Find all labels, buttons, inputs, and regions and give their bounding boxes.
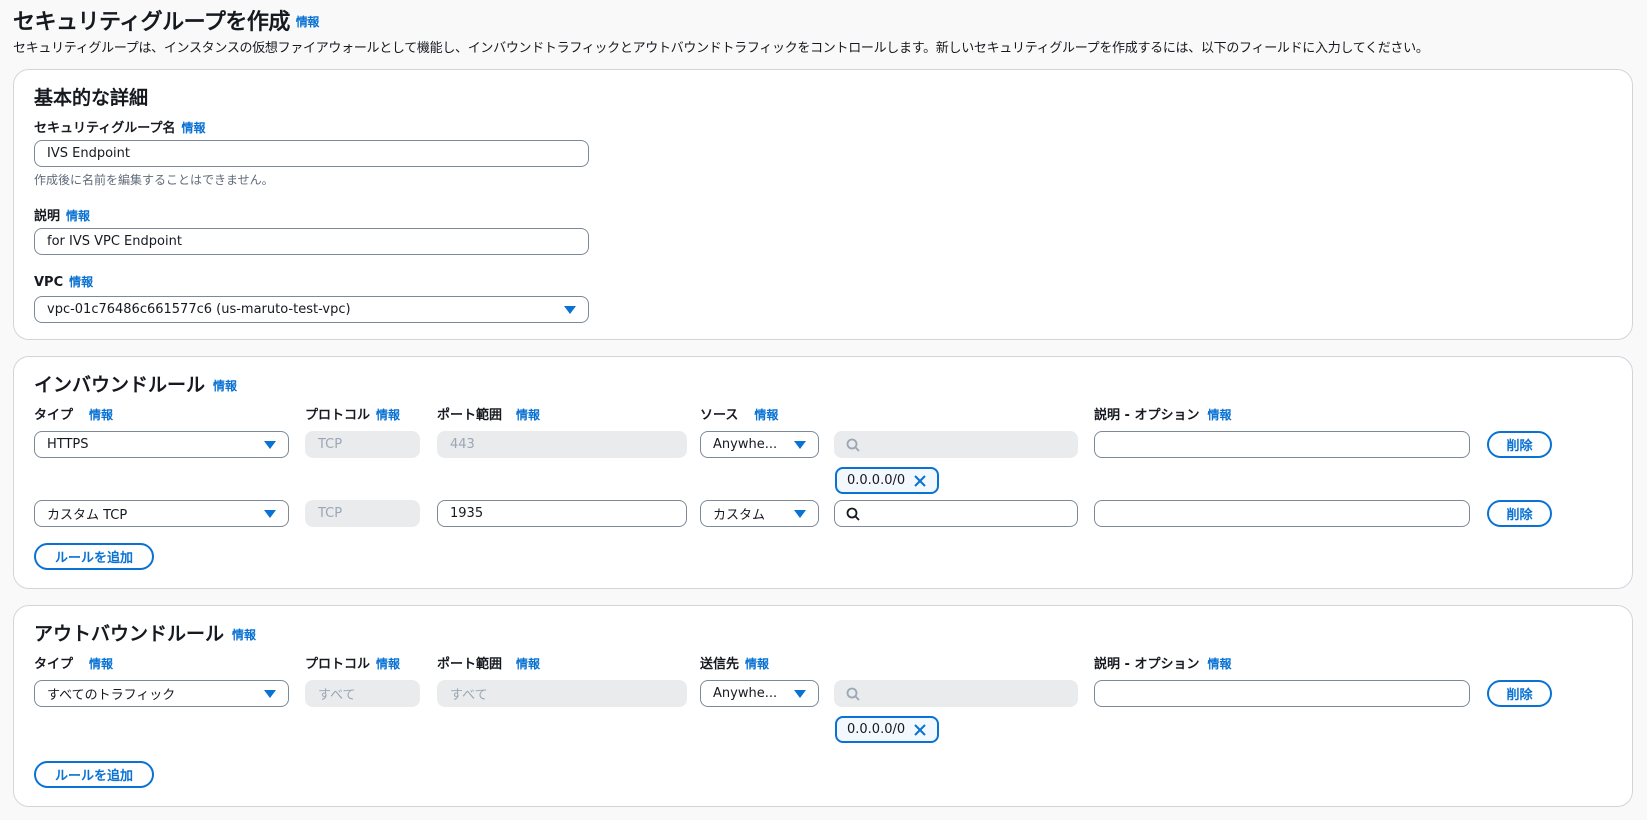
outbound-row1-desc-input[interactable]	[1094, 680, 1470, 707]
basic-details-title: 基本的な詳細	[34, 87, 149, 109]
outbound-protocol-info-link[interactable]: 情報	[376, 657, 400, 671]
outbound-header-desc: 説明 - オプション 情報	[1094, 657, 1232, 672]
vpc-info-link[interactable]: 情報	[69, 275, 93, 289]
caret-down-icon	[264, 690, 276, 698]
outbound-row1-cidr-search[interactable]	[834, 680, 1078, 707]
inbound-type-info-link[interactable]: 情報	[89, 408, 113, 422]
close-icon[interactable]	[913, 474, 927, 488]
caret-down-icon	[794, 441, 806, 449]
inbound-header-desc: 説明 - オプション 情報	[1094, 408, 1232, 423]
inbound-row1-cidr-search[interactable]	[834, 431, 1078, 458]
inbound-row1-desc-input[interactable]	[1094, 431, 1470, 458]
inbound-row2-type-select[interactable]: カスタム TCP	[34, 500, 289, 527]
inbound-row1-protocol: TCP	[305, 431, 420, 458]
outbound-row1-dest-select[interactable]: Anywhe...	[700, 680, 819, 707]
caret-down-icon	[264, 441, 276, 449]
outbound-rules-title: アウトバウンドルール 情報	[34, 623, 257, 645]
inbound-header-protocol: プロトコル 情報	[305, 408, 401, 423]
caret-down-icon	[794, 510, 806, 518]
page-title: セキュリティグループを作成 情報	[13, 10, 320, 35]
page-description: セキュリティグループは、インスタンスの仮想ファイアウォールとして機能し、インバウ…	[13, 41, 1429, 56]
vpc-select[interactable]: vpc-01c76486c661577c6 (us-maruto-test-vp…	[34, 296, 589, 323]
inbound-row1-type-select[interactable]: HTTPS	[34, 431, 289, 458]
inbound-row2-desc-input[interactable]	[1094, 500, 1470, 527]
inbound-desc-info-link[interactable]: 情報	[1207, 408, 1231, 422]
inbound-row1-source-select[interactable]: Anywhe...	[700, 431, 819, 458]
inbound-row1-port: 443	[437, 431, 687, 458]
inbound-info-link[interactable]: 情報	[213, 379, 237, 393]
inbound-row2-protocol: TCP	[305, 500, 420, 527]
sg-desc-info-link[interactable]: 情報	[66, 209, 90, 223]
inbound-header-type: タイプ 情報	[34, 408, 114, 423]
sg-name-label: セキュリティグループ名 情報	[34, 121, 206, 136]
outbound-rules-panel: アウトバウンドルール 情報 タイプ 情報 プロトコル 情報 ポート範囲 情報 送信先 情報…	[13, 605, 1633, 807]
inbound-source-info-link[interactable]: 情報	[754, 408, 778, 422]
outbound-row1-cidr-token: 0.0.0.0/0	[835, 716, 940, 743]
inbound-row2-source-select[interactable]: カスタム	[700, 500, 819, 527]
outbound-info-link[interactable]: 情報	[232, 628, 256, 642]
sg-desc-label: 説明 情報	[34, 209, 91, 224]
inbound-row1-cidr-token: 0.0.0.0/0	[835, 467, 940, 494]
page-info-link[interactable]: 情報	[296, 15, 320, 29]
search-icon	[846, 687, 860, 701]
outbound-row1-type-select[interactable]: すべてのトラフィック	[34, 680, 289, 707]
outbound-desc-info-link[interactable]: 情報	[1207, 657, 1231, 671]
outbound-row1-protocol: すべて	[305, 680, 420, 707]
inbound-row2-delete-button[interactable]: 削除	[1487, 500, 1552, 527]
sg-name-hint: 作成後に名前を編集することはできません。	[34, 173, 274, 187]
vpc-label: VPC 情報	[34, 275, 94, 290]
outbound-add-rule-button[interactable]: ルールを追加	[34, 761, 154, 788]
search-icon	[846, 507, 860, 521]
outbound-type-info-link[interactable]: 情報	[89, 657, 113, 671]
caret-down-icon	[564, 306, 576, 314]
caret-down-icon	[264, 510, 276, 518]
caret-down-icon	[794, 690, 806, 698]
inbound-header-source: ソース 情報	[700, 408, 779, 423]
outbound-dest-info-link[interactable]: 情報	[745, 657, 769, 671]
outbound-row1-delete-button[interactable]: 削除	[1487, 680, 1552, 707]
inbound-rules-panel: インバウンドルール 情報 タイプ 情報 プロトコル 情報 ポート範囲 情報 ソース 情報 …	[13, 356, 1633, 589]
outbound-header-protocol: プロトコル 情報	[305, 657, 401, 672]
close-icon[interactable]	[913, 723, 927, 737]
inbound-protocol-info-link[interactable]: 情報	[376, 408, 400, 422]
search-icon	[846, 438, 860, 452]
inbound-row2-cidr-search[interactable]	[834, 500, 1078, 527]
outbound-port-info-link[interactable]: 情報	[516, 657, 540, 671]
inbound-port-info-link[interactable]: 情報	[516, 408, 540, 422]
inbound-add-rule-button[interactable]: ルールを追加	[34, 543, 154, 570]
inbound-row2-port-input[interactable]: 1935	[437, 500, 687, 527]
basic-details-panel: 基本的な詳細 セキュリティグループ名 情報 IVS Endpoint 作成後に名前…	[13, 69, 1633, 340]
inbound-row1-delete-button[interactable]: 削除	[1487, 431, 1552, 458]
outbound-header-type: タイプ 情報	[34, 657, 114, 672]
sg-name-input[interactable]: IVS Endpoint	[34, 140, 589, 167]
outbound-header-port: ポート範囲 情報	[437, 657, 541, 672]
sg-name-info-link[interactable]: 情報	[181, 121, 205, 135]
outbound-header-dest: 送信先 情報	[700, 657, 770, 672]
outbound-row1-port: すべて	[437, 680, 687, 707]
sg-description-input[interactable]: for IVS VPC Endpoint	[34, 228, 589, 255]
inbound-header-port: ポート範囲 情報	[437, 408, 541, 423]
inbound-rules-title: インバウンドルール 情報	[34, 374, 238, 396]
